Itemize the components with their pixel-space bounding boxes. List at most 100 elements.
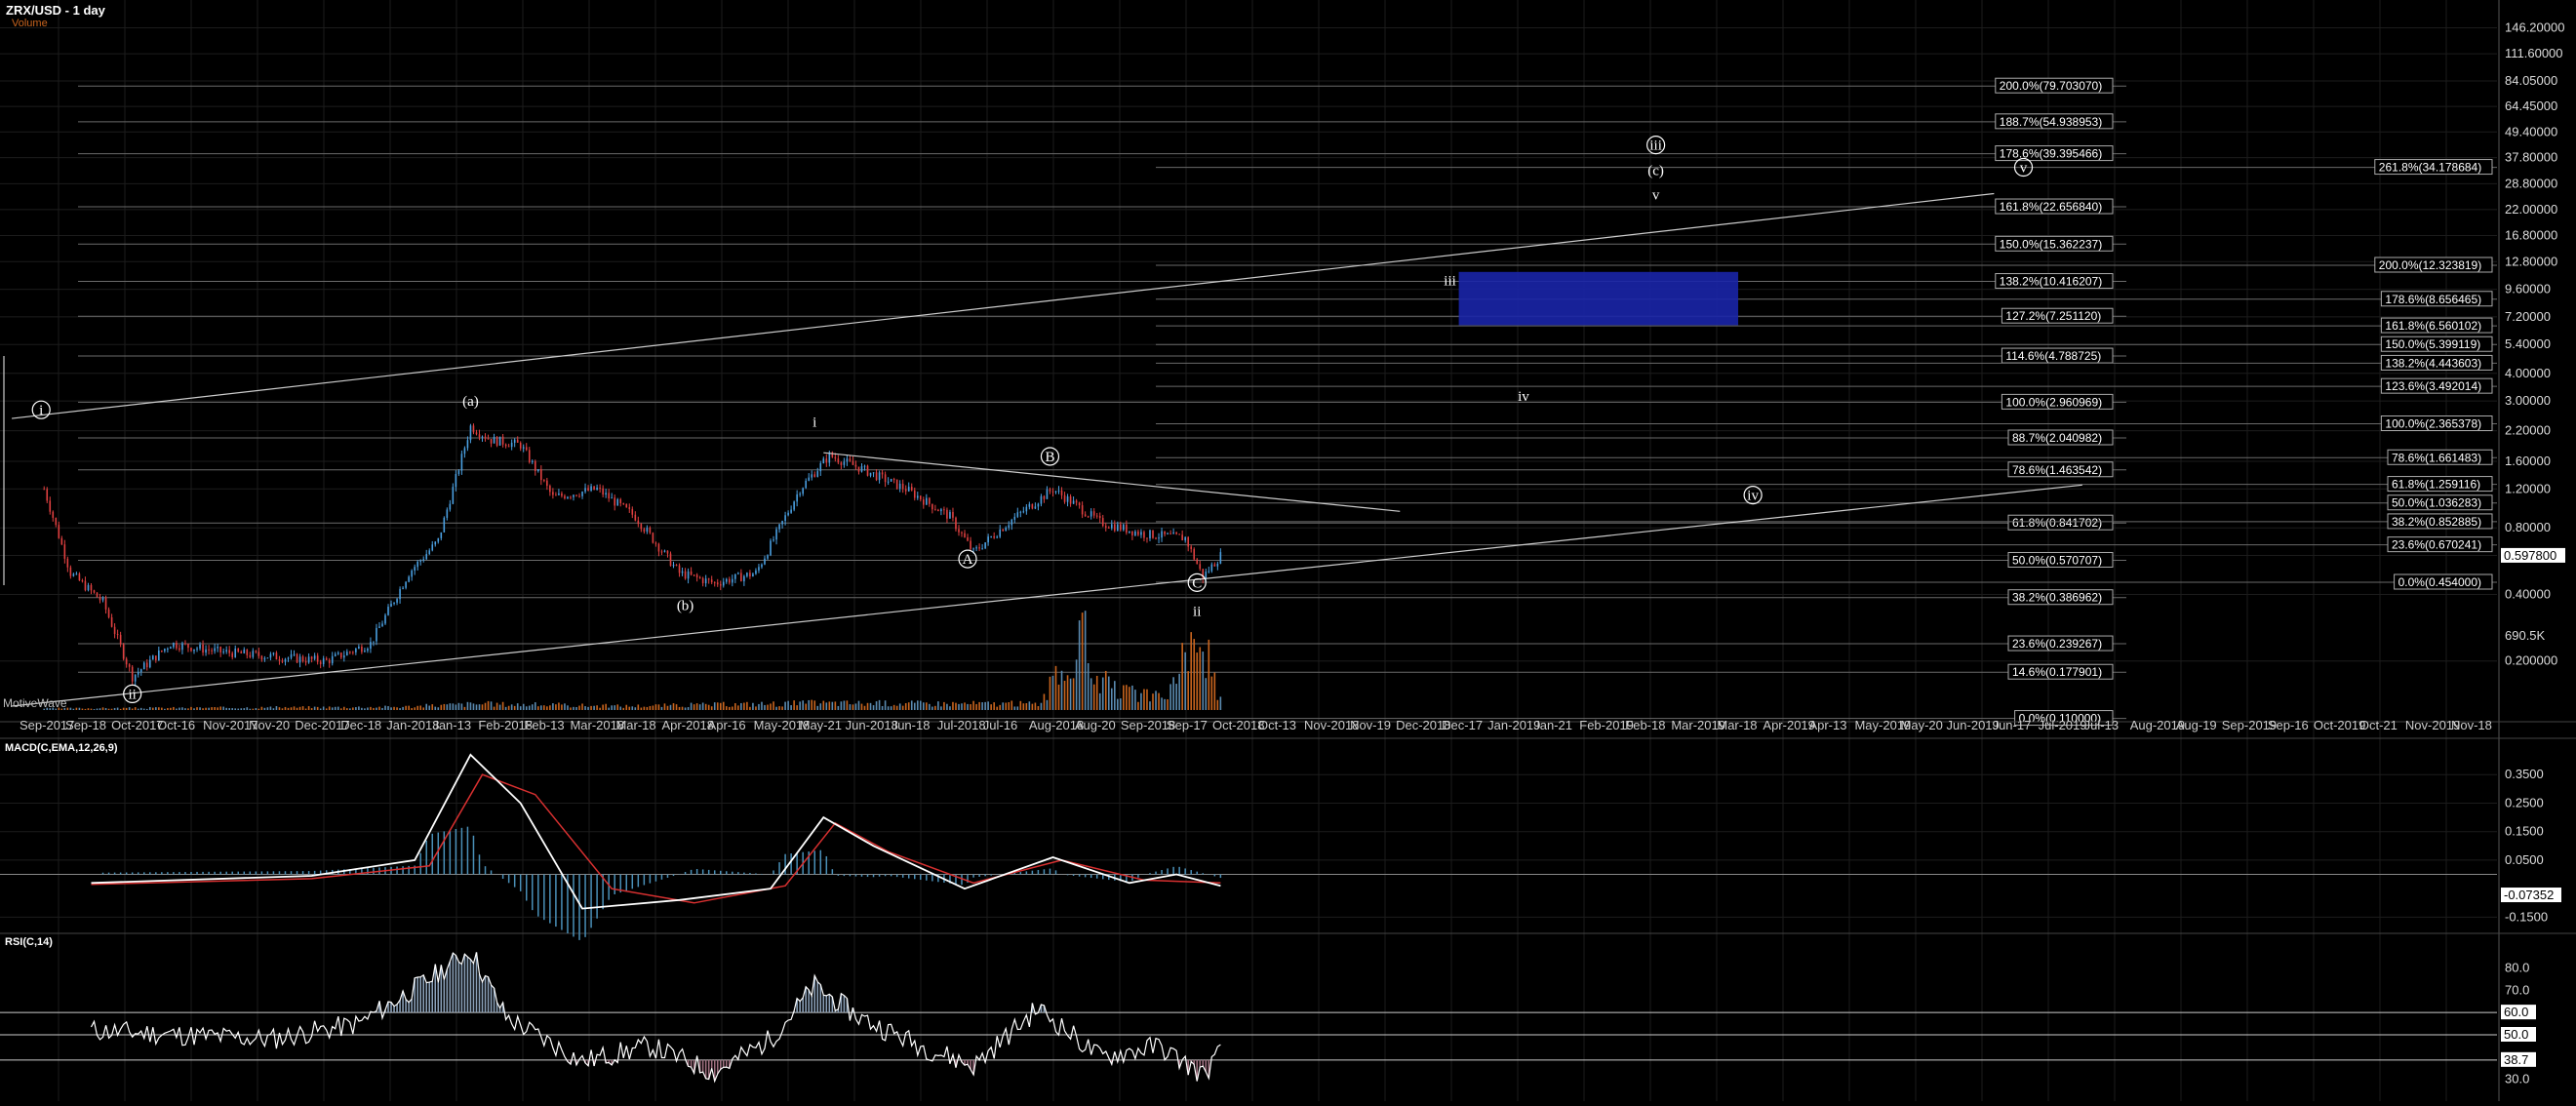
volume-bar xyxy=(802,700,804,710)
candle-body xyxy=(202,644,204,653)
candle-body xyxy=(1049,489,1051,492)
fib-level-label: 78.6%(1.463542) xyxy=(2012,463,2102,477)
volume-bar xyxy=(284,706,287,710)
volume-bar xyxy=(107,708,110,710)
candle-body xyxy=(296,653,298,663)
volume-bar xyxy=(1031,703,1034,710)
volume-bar xyxy=(463,706,466,710)
candle-body xyxy=(460,454,463,471)
volume-bar xyxy=(1051,675,1054,710)
candle-body xyxy=(1199,564,1202,570)
wave-label: ii xyxy=(1193,604,1201,619)
candle-body xyxy=(654,542,657,544)
candle-body xyxy=(411,571,413,577)
volume-bar xyxy=(208,707,210,710)
candle-body xyxy=(543,480,545,482)
candle-body xyxy=(1210,564,1213,572)
candle-body xyxy=(663,550,666,552)
candle-body xyxy=(463,448,466,454)
candle-body xyxy=(342,655,345,658)
volume-bar xyxy=(1143,689,1145,710)
candle-body xyxy=(1054,491,1057,493)
candle-body xyxy=(690,571,693,575)
candle-body xyxy=(298,656,301,663)
candle-body xyxy=(698,576,701,578)
volume-bar xyxy=(1066,675,1069,710)
volume-bar xyxy=(349,708,351,710)
candle-body xyxy=(443,517,446,533)
candle-body xyxy=(1060,490,1063,495)
volume-bar xyxy=(99,708,101,710)
candle-body xyxy=(151,655,154,660)
volume-bar xyxy=(190,706,192,710)
volume-bar xyxy=(104,708,107,710)
candle-body xyxy=(293,653,296,655)
volume-bar xyxy=(904,702,907,710)
candle-body xyxy=(193,649,195,652)
candle-body xyxy=(1031,503,1034,509)
candle-body xyxy=(1101,518,1104,527)
candle-body xyxy=(176,643,178,649)
candle-body xyxy=(1161,531,1163,538)
rsi-level-label: 50.0 xyxy=(2504,1027,2528,1042)
date-tick-label: Jul-13 xyxy=(2084,718,2119,732)
candle-body xyxy=(325,658,328,660)
candle-body xyxy=(781,521,783,525)
volume-bar xyxy=(158,707,160,710)
candle-body xyxy=(537,469,539,472)
candle-body xyxy=(1120,524,1122,531)
date-tick-label: Jan-21 xyxy=(1533,718,1572,732)
fib-level-label: 178.6%(8.656465) xyxy=(2385,293,2481,306)
volume-bar xyxy=(926,702,928,710)
volume-bar xyxy=(878,699,881,710)
date-tick-label: Feb-13 xyxy=(524,718,564,732)
date-tick-label: Oct-2018 xyxy=(1212,718,1264,732)
candle-body xyxy=(405,581,407,588)
volume-bar xyxy=(1161,697,1163,710)
candle-body xyxy=(1219,552,1222,564)
volume-bar xyxy=(281,708,284,710)
volume-bar xyxy=(184,708,186,710)
volume-bar xyxy=(1060,670,1063,710)
candle-body xyxy=(534,460,536,472)
volume-bar xyxy=(440,704,443,710)
candle-body xyxy=(746,573,748,576)
volume-bar xyxy=(81,708,84,710)
volume-bar xyxy=(431,704,434,710)
candle-body xyxy=(158,651,160,661)
wave-label: (b) xyxy=(677,598,694,613)
volume-bar xyxy=(304,708,307,710)
candle-body xyxy=(1043,495,1046,499)
volume-bar xyxy=(519,706,522,710)
candle-body xyxy=(498,436,501,446)
volume-bar xyxy=(1054,665,1057,710)
candle-body xyxy=(1057,490,1060,492)
volume-bar xyxy=(75,707,78,710)
volume-bar xyxy=(852,704,854,710)
candle-body xyxy=(975,547,977,549)
volume-bar xyxy=(125,707,128,710)
candle-body xyxy=(1072,500,1075,504)
candle-body xyxy=(196,648,198,650)
candle-body xyxy=(546,480,548,487)
price-tick-label: 1.60000 xyxy=(2505,454,2551,468)
candle-body xyxy=(1114,524,1116,532)
candle-body xyxy=(1002,529,1005,532)
candle-body xyxy=(710,579,713,582)
volume-bar xyxy=(443,703,446,710)
candle-body xyxy=(907,487,910,492)
volume-bar xyxy=(640,707,643,710)
volume-bar xyxy=(246,707,249,710)
candle-body xyxy=(884,474,887,483)
candle-body xyxy=(96,592,99,598)
candle-body xyxy=(666,550,669,554)
candle-body xyxy=(558,493,560,495)
candle-body xyxy=(622,502,625,504)
volume-bar xyxy=(587,706,589,710)
volume-bar xyxy=(352,707,354,710)
candle-body xyxy=(1193,548,1196,560)
rsi-tick-label: 70.0 xyxy=(2505,982,2529,997)
candle-body xyxy=(722,581,725,586)
candle-body xyxy=(678,565,681,573)
candle-body xyxy=(860,466,863,472)
